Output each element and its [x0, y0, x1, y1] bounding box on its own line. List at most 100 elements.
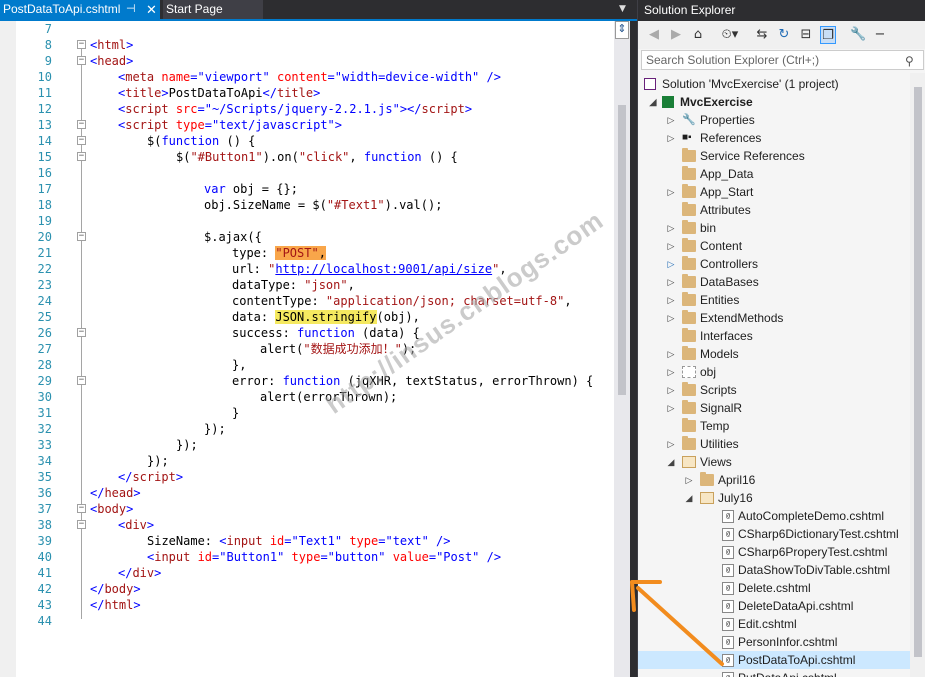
tab-postdatatoapi[interactable]: PostDataToApi.cshtml ⊣ ✕: [0, 0, 160, 19]
tree-item-temp[interactable]: Temp: [638, 417, 910, 435]
sync-with-document-icon[interactable]: ⇆: [754, 26, 770, 44]
line-number: 41: [37, 566, 52, 580]
tree-item-bin[interactable]: ▷ bin: [638, 219, 910, 237]
collapsed-arrow-icon[interactable]: ▷: [666, 183, 676, 201]
collapsed-arrow-icon[interactable]: ▷: [666, 309, 676, 327]
line-number: 24: [37, 294, 52, 308]
tree-item-attributes[interactable]: Attributes: [638, 201, 910, 219]
expanded-arrow-icon[interactable]: ◢: [666, 453, 676, 471]
fold-toggle-icon[interactable]: −: [77, 120, 86, 129]
line-number: 37: [37, 502, 52, 516]
tree-item-controllers[interactable]: ▷ Controllers: [638, 255, 910, 273]
tree-item-obj[interactable]: ▷ obj: [638, 363, 910, 381]
fold-toggle-icon[interactable]: −: [77, 152, 86, 161]
fold-toggle-icon[interactable]: −: [77, 232, 86, 241]
show-all-files-icon[interactable]: ❐: [820, 26, 836, 44]
split-editor-icon[interactable]: ⇕: [615, 21, 629, 39]
search-placeholder: Search Solution Explorer (Ctrl+;): [646, 53, 820, 67]
collapsed-arrow-icon[interactable]: ▷: [666, 273, 676, 291]
fold-toggle-icon[interactable]: −: [77, 376, 86, 385]
close-icon[interactable]: ✕: [146, 0, 157, 19]
tree-item-scripts[interactable]: ▷ Scripts: [638, 381, 910, 399]
code-line: 32});: [16, 421, 614, 437]
scrollbar-thumb[interactable]: [618, 105, 626, 395]
collapsed-arrow-icon[interactable]: ▷: [666, 381, 676, 399]
collapsed-arrow-icon[interactable]: ▷: [666, 345, 676, 363]
tree-item-file[interactable]: @ CSharp6ProperyTest.cshtml: [638, 543, 910, 561]
folder-icon: [682, 274, 696, 288]
code-line: 7: [16, 21, 614, 37]
tree-item-references[interactable]: ▷ ■▪ References: [638, 129, 910, 147]
fold-toggle-icon[interactable]: −: [77, 40, 86, 49]
tree-item-extendmethods[interactable]: ▷ ExtendMethods: [638, 309, 910, 327]
fold-toggle-icon[interactable]: −: [77, 136, 86, 145]
tree-item-databases[interactable]: ▷ DataBases: [638, 273, 910, 291]
properties-wrench-icon[interactable]: 🔧: [850, 26, 866, 44]
line-number: 16: [37, 166, 52, 180]
line-number: 42: [37, 582, 52, 596]
tree-item-july16[interactable]: ◢ July16: [638, 489, 910, 507]
tree-item-entities[interactable]: ▷ Entities: [638, 291, 910, 309]
tree-item-project[interactable]: ◢ MvcExercise: [638, 93, 910, 111]
tree-item-app-start[interactable]: ▷ App_Start: [638, 183, 910, 201]
fold-toggle-icon[interactable]: −: [77, 56, 86, 65]
code-line: 40 <input id="Button1" type="button" valu…: [16, 549, 614, 565]
code-line: 33});: [16, 437, 614, 453]
tree-item-service-references[interactable]: Service References: [638, 147, 910, 165]
search-icon[interactable]: ⚲: [905, 52, 914, 70]
tree-item-signalr[interactable]: ▷ SignalR: [638, 399, 910, 417]
collapsed-arrow-icon[interactable]: ▷: [666, 111, 676, 129]
line-number: 28: [37, 358, 52, 372]
collapsed-arrow-icon[interactable]: ▷: [666, 129, 676, 147]
collapsed-arrow-icon[interactable]: ▷: [684, 471, 694, 489]
back-icon[interactable]: ◀: [646, 26, 662, 44]
tree-item-content[interactable]: ▷ Content: [638, 237, 910, 255]
folder-icon: [682, 400, 696, 414]
tab-start-page[interactable]: Start Page: [163, 0, 263, 19]
pin-icon[interactable]: ⊣: [126, 0, 136, 19]
folder-icon: [700, 472, 714, 486]
collapsed-arrow-icon[interactable]: ▷: [666, 219, 676, 237]
solution-explorer-scrollbar[interactable]: [910, 73, 925, 677]
refresh-icon[interactable]: ↻: [776, 26, 792, 44]
collapse-all-icon[interactable]: ⊟: [798, 26, 814, 44]
line-number: 25: [37, 310, 52, 324]
tree-item-utilities[interactable]: ▷ Utilities: [638, 435, 910, 453]
code-line: 19: [16, 213, 614, 229]
fold-toggle-icon[interactable]: −: [77, 328, 86, 337]
forward-icon[interactable]: ▶: [668, 26, 684, 44]
tree-item-views[interactable]: ◢ Views: [638, 453, 910, 471]
collapsed-arrow-icon[interactable]: ▷: [666, 435, 676, 453]
editor-gutter: [0, 21, 16, 677]
folder-icon: [682, 382, 696, 396]
pending-changes-filter-icon[interactable]: ⏲▾: [718, 26, 742, 44]
search-solution-explorer-input[interactable]: Search Solution Explorer (Ctrl+;) ⚲: [641, 50, 924, 70]
line-number: 10: [37, 70, 52, 84]
tree-item-properties[interactable]: ▷ 🔧 Properties: [638, 111, 910, 129]
tree-item-solution[interactable]: Solution 'MvcExercise' (1 project): [638, 75, 910, 93]
preview-selected-icon[interactable]: −: [872, 26, 888, 44]
tree-item-file[interactable]: @ AutoCompleteDemo.cshtml: [638, 507, 910, 525]
code-lines[interactable]: 7 8− <html> 9− <head> 10 <meta name="viewpo…: [16, 21, 614, 677]
collapsed-arrow-icon[interactable]: ▷: [666, 291, 676, 309]
chevron-down-icon[interactable]: ▼: [619, 4, 626, 14]
tree-item-app-data[interactable]: App_Data: [638, 165, 910, 183]
expanded-arrow-icon[interactable]: ◢: [648, 93, 658, 111]
fold-toggle-icon[interactable]: −: [77, 520, 86, 529]
tree-item-april16[interactable]: ▷ April16: [638, 471, 910, 489]
collapsed-arrow-icon[interactable]: ▷: [666, 237, 676, 255]
scrollbar-thumb[interactable]: [914, 87, 922, 657]
fold-toggle-icon[interactable]: −: [77, 504, 86, 513]
expanded-arrow-icon[interactable]: ◢: [684, 489, 694, 507]
collapsed-arrow-icon[interactable]: ▷: [666, 363, 676, 381]
tree-item-file[interactable]: @ CSharp6DictionaryTest.cshtml: [638, 525, 910, 543]
home-icon[interactable]: ⌂: [690, 26, 706, 44]
line-number: 32: [37, 422, 52, 436]
url-link[interactable]: http://localhost:9001/api/size: [275, 262, 492, 276]
tree-item-interfaces[interactable]: Interfaces: [638, 327, 910, 345]
tree-item-models[interactable]: ▷ Models: [638, 345, 910, 363]
code-editor[interactable]: 7 8− <html> 9− <head> 10 <meta name="viewpo…: [0, 21, 637, 677]
line-number: 27: [37, 342, 52, 356]
collapsed-arrow-icon[interactable]: ▷: [666, 399, 676, 417]
collapsed-arrow-icon[interactable]: ▷: [666, 255, 676, 273]
